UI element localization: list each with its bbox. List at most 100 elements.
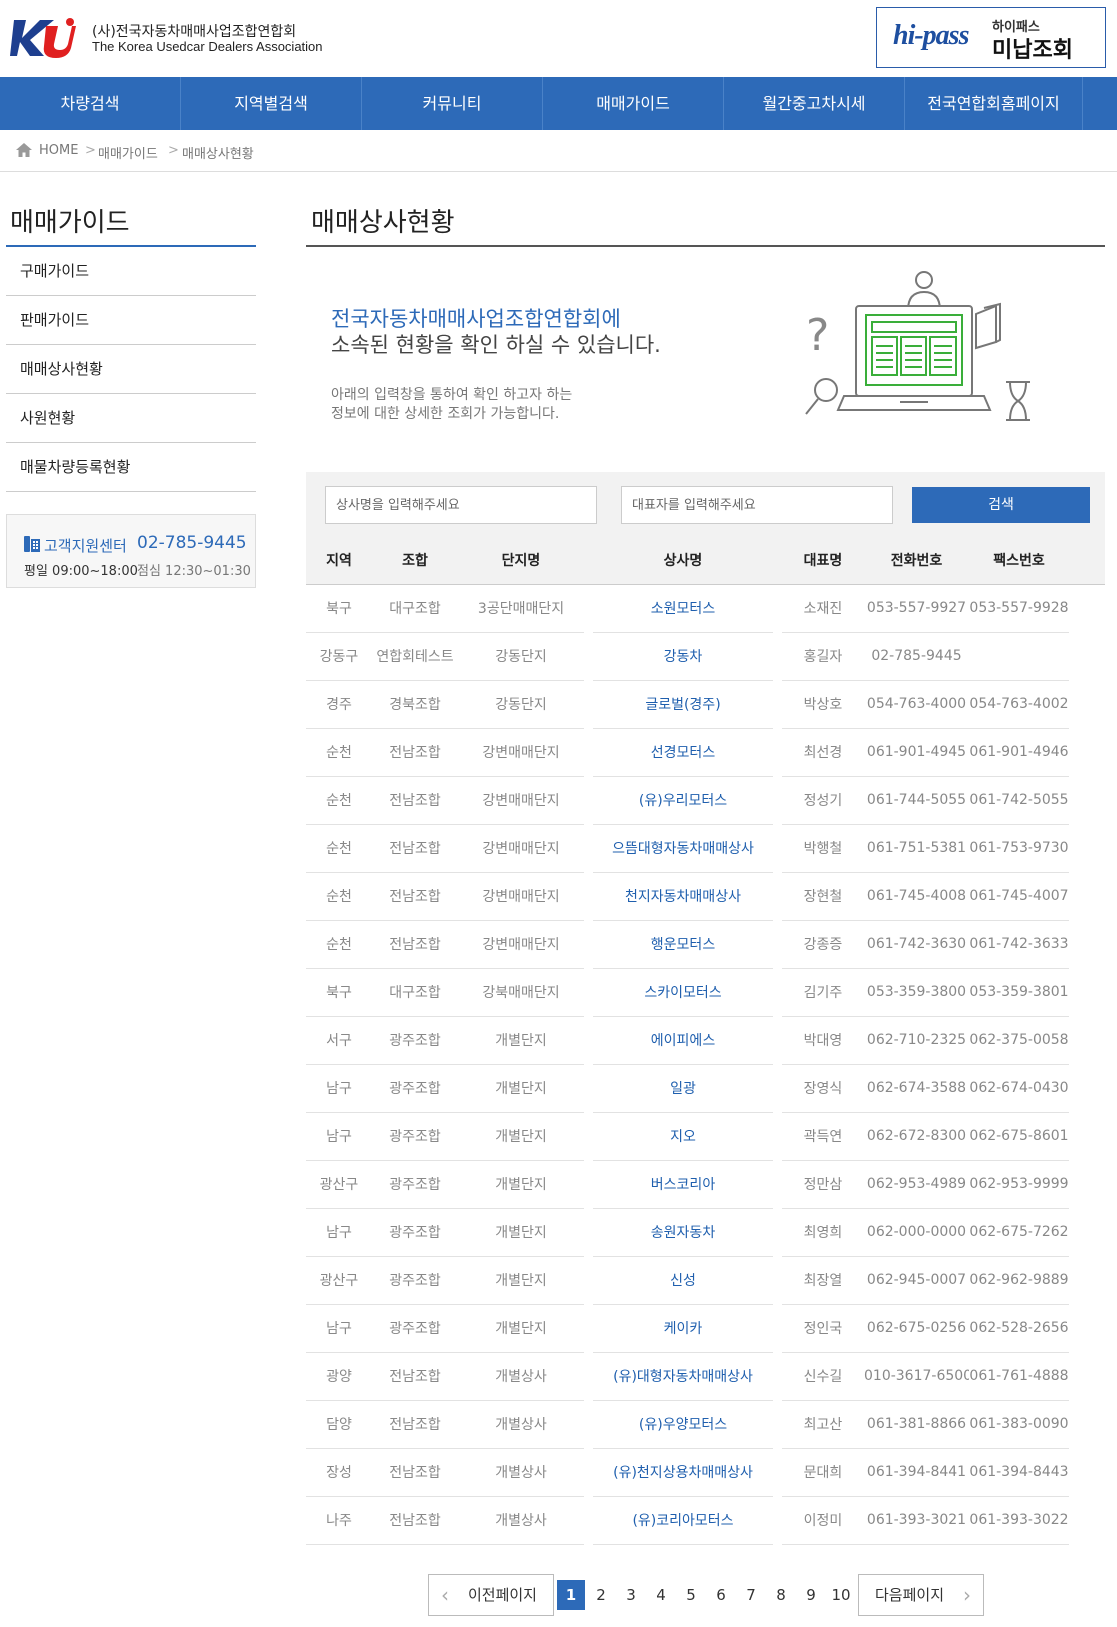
shop-name-link[interactable]: (유)코리아모터스 <box>593 1496 773 1545</box>
prev-page-label: 이전페이지 <box>467 1586 537 1604</box>
prev-page-button[interactable]: ‹ 이전페이지 <box>428 1574 554 1616</box>
breadcrumb-trade-guide[interactable]: 매매가이드 <box>98 143 158 162</box>
nav-national-home[interactable]: 전국연합회홈페이지 <box>905 77 1083 130</box>
complex-cell: 강변매매단지 <box>458 920 584 969</box>
page-number[interactable]: 7 <box>736 1586 766 1604</box>
intro-subheadline: 소속된 현황을 확인 하실 수 있습니다. <box>331 333 661 357</box>
sidebar-item-buy-guide[interactable]: 구매가이드 <box>6 247 256 296</box>
region-cell: 순천 <box>306 824 372 873</box>
shop-name-link[interactable]: 행운모터스 <box>593 920 773 969</box>
table-row[interactable]: 순천 전남조합 강변매매단지 천지자동차매매상사 장현철 061-745-4008 061-… <box>306 872 1105 921</box>
nav-trade-guide[interactable]: 매매가이드 <box>543 77 724 130</box>
page-number[interactable]: 6 <box>706 1586 736 1604</box>
table-row[interactable]: 북구 대구조합 강북매매단지 스카이모터스 김기주 053-359-3800 053-359… <box>306 968 1105 1017</box>
column-spacer <box>1069 1016 1105 1065</box>
shop-name-link[interactable]: (유)천지상용차매매상사 <box>593 1448 773 1497</box>
page-number[interactable]: 3 <box>616 1586 646 1604</box>
table-row[interactable]: 순천 전남조합 강변매매단지 (유)우리모터스 정성기 061-744-5055 061-7… <box>306 776 1105 825</box>
column-spacer <box>773 680 782 729</box>
complex-cell: 강변매매단지 <box>458 728 584 777</box>
page-number[interactable]: 1 <box>557 1580 585 1610</box>
shop-name-link[interactable]: 선경모터스 <box>593 728 773 777</box>
column-spacer <box>584 1208 593 1257</box>
fax-cell: 061-745-4007 <box>969 872 1069 921</box>
table-row[interactable]: 장성 전남조합 개별상사 (유)천지상용차매매상사 문대희 061-394-8441 061… <box>306 1448 1105 1497</box>
column-spacer <box>773 1496 782 1545</box>
kucda-logo[interactable] <box>10 16 76 60</box>
owner-cell: 강종증 <box>782 920 864 969</box>
table-row[interactable]: 순천 전남조합 강변매매단지 선경모터스 최선경 061-901-4945 061-901-… <box>306 728 1105 777</box>
page-number[interactable]: 9 <box>796 1586 826 1604</box>
shop-name-link[interactable]: 일광 <box>593 1064 773 1113</box>
shop-name-link[interactable]: 소원모터스 <box>593 584 773 633</box>
page-number[interactable]: 5 <box>676 1586 706 1604</box>
breadcrumb-home[interactable]: HOME <box>39 143 78 158</box>
owner-cell: 최장열 <box>782 1256 864 1305</box>
table-row[interactable]: 서구 광주조합 개별단지 에이피에스 박대영 062-710-2325 062-375-00… <box>306 1016 1105 1065</box>
fax-cell: 061-394-8443 <box>969 1448 1069 1497</box>
union-cell: 전남조합 <box>372 920 458 969</box>
table-row[interactable]: 남구 광주조합 개별단지 지오 곽득연 062-672-8300 062-675-8601 <box>306 1112 1105 1161</box>
table-row[interactable]: 남구 광주조합 개별단지 일광 장영식 062-674-3588 062-674-0430 <box>306 1064 1105 1113</box>
shop-name-link[interactable]: (유)대형자동차매매상사 <box>593 1352 773 1401</box>
shop-name-link[interactable]: 버스코리아 <box>593 1160 773 1209</box>
table-row[interactable]: 나주 전남조합 개별상사 (유)코리아모터스 이정미 061-393-3021 061-39… <box>306 1496 1105 1545</box>
page-number[interactable]: 10 <box>826 1586 856 1604</box>
shop-name-input[interactable] <box>325 486 597 524</box>
nav-region-search[interactable]: 지역별검색 <box>181 77 362 130</box>
union-cell: 전남조합 <box>372 1400 458 1449</box>
page-number[interactable]: 4 <box>646 1586 676 1604</box>
sidebar-item-sell-guide[interactable]: 판매가이드 <box>6 296 256 345</box>
table-row[interactable]: 광산구 광주조합 개별단지 버스코리아 정만삼 062-953-4989 062-953-9… <box>306 1160 1105 1209</box>
shop-name-link[interactable]: 에이피에스 <box>593 1016 773 1065</box>
owner-cell: 소재진 <box>782 584 864 633</box>
next-page-button[interactable]: 다음페이지 › <box>858 1574 984 1616</box>
home-icon[interactable] <box>16 143 32 157</box>
column-spacer <box>584 968 593 1017</box>
shop-name-link[interactable]: 스카이모터스 <box>593 968 773 1017</box>
column-spacer <box>1069 1112 1105 1161</box>
nav-monthly-price[interactable]: 월간중고차시세 <box>724 77 905 130</box>
table-row[interactable]: 경주 경북조합 강동단지 글로벌(경주) 박상호 054-763-4000 054-763-… <box>306 680 1105 729</box>
sidebar-item-staff-status[interactable]: 사원현황 <box>6 394 256 443</box>
union-cell: 광주조합 <box>372 1304 458 1353</box>
table-row[interactable]: 광산구 광주조합 개별단지 신성 최장열 062-945-0007 062-962-9889 <box>306 1256 1105 1305</box>
table-row[interactable]: 강동구 연합회테스트 강동단지 강동차 홍길자 02-785-9445 <box>306 632 1105 681</box>
table-row[interactable]: 순천 전남조합 강변매매단지 으뜸대형자동차매매상사 박행철 061-751-5381 06… <box>306 824 1105 873</box>
owner-name-input[interactable] <box>621 486 893 524</box>
shop-name-link[interactable]: 강동차 <box>593 632 773 681</box>
column-spacer <box>773 1112 782 1161</box>
table-row[interactable]: 담양 전남조합 개별상사 (유)우양모터스 최고산 061-381-8866 061-383… <box>306 1400 1105 1449</box>
shop-name-link[interactable]: 케이카 <box>593 1304 773 1353</box>
column-header: 대표명 <box>782 536 864 585</box>
shop-name-link[interactable]: 글로벌(경주) <box>593 680 773 729</box>
table-row[interactable]: 남구 광주조합 개별단지 송원자동차 최영희 062-000-0000 062-675-72… <box>306 1208 1105 1257</box>
phone-cell: 062-945-0007 <box>864 1256 969 1305</box>
page-number[interactable]: 8 <box>766 1586 796 1604</box>
shop-name-link[interactable]: (유)우양모터스 <box>593 1400 773 1449</box>
page-number[interactable]: 2 <box>586 1586 616 1604</box>
sidebar-item-dealer-status[interactable]: 매매상사현황 <box>6 345 256 394</box>
shop-name-link[interactable]: 천지자동차매매상사 <box>593 872 773 921</box>
shop-name-link[interactable]: 신성 <box>593 1256 773 1305</box>
column-spacer <box>584 1016 593 1065</box>
search-button[interactable]: 검색 <box>912 487 1090 523</box>
table-row[interactable]: 광양 전남조합 개별상사 (유)대형자동차매매상사 신수길 010-3617-6500 06… <box>306 1352 1105 1401</box>
nav-vehicle-search[interactable]: 차량검색 <box>0 77 181 130</box>
hipass-banner[interactable]: hi-pass 하이패스 미납조회 <box>876 7 1106 68</box>
nav-community[interactable]: 커뮤니티 <box>362 77 543 130</box>
table-row[interactable]: 북구 대구조합 3공단매매단지 소원모터스 소재진 053-557-9927 053-557… <box>306 584 1105 633</box>
shop-name-link[interactable]: 송원자동차 <box>593 1208 773 1257</box>
region-cell: 순천 <box>306 920 372 969</box>
owner-cell: 박상호 <box>782 680 864 729</box>
table-row[interactable]: 남구 광주조합 개별단지 케이카 정인국 062-675-0256 062-528-2656 <box>306 1304 1105 1353</box>
sidebar-item-listing-status[interactable]: 매물차량등록현황 <box>6 443 256 492</box>
column-spacer <box>773 1400 782 1449</box>
table-row[interactable]: 순천 전남조합 강변매매단지 행운모터스 강종증 061-742-3630 061-742-… <box>306 920 1105 969</box>
shop-name-link[interactable]: (유)우리모터스 <box>593 776 773 825</box>
column-spacer <box>773 632 782 681</box>
breadcrumb-current[interactable]: 매매상사현황 <box>182 143 254 162</box>
column-spacer <box>584 1160 593 1209</box>
shop-name-link[interactable]: 으뜸대형자동차매매상사 <box>593 824 773 873</box>
shop-name-link[interactable]: 지오 <box>593 1112 773 1161</box>
